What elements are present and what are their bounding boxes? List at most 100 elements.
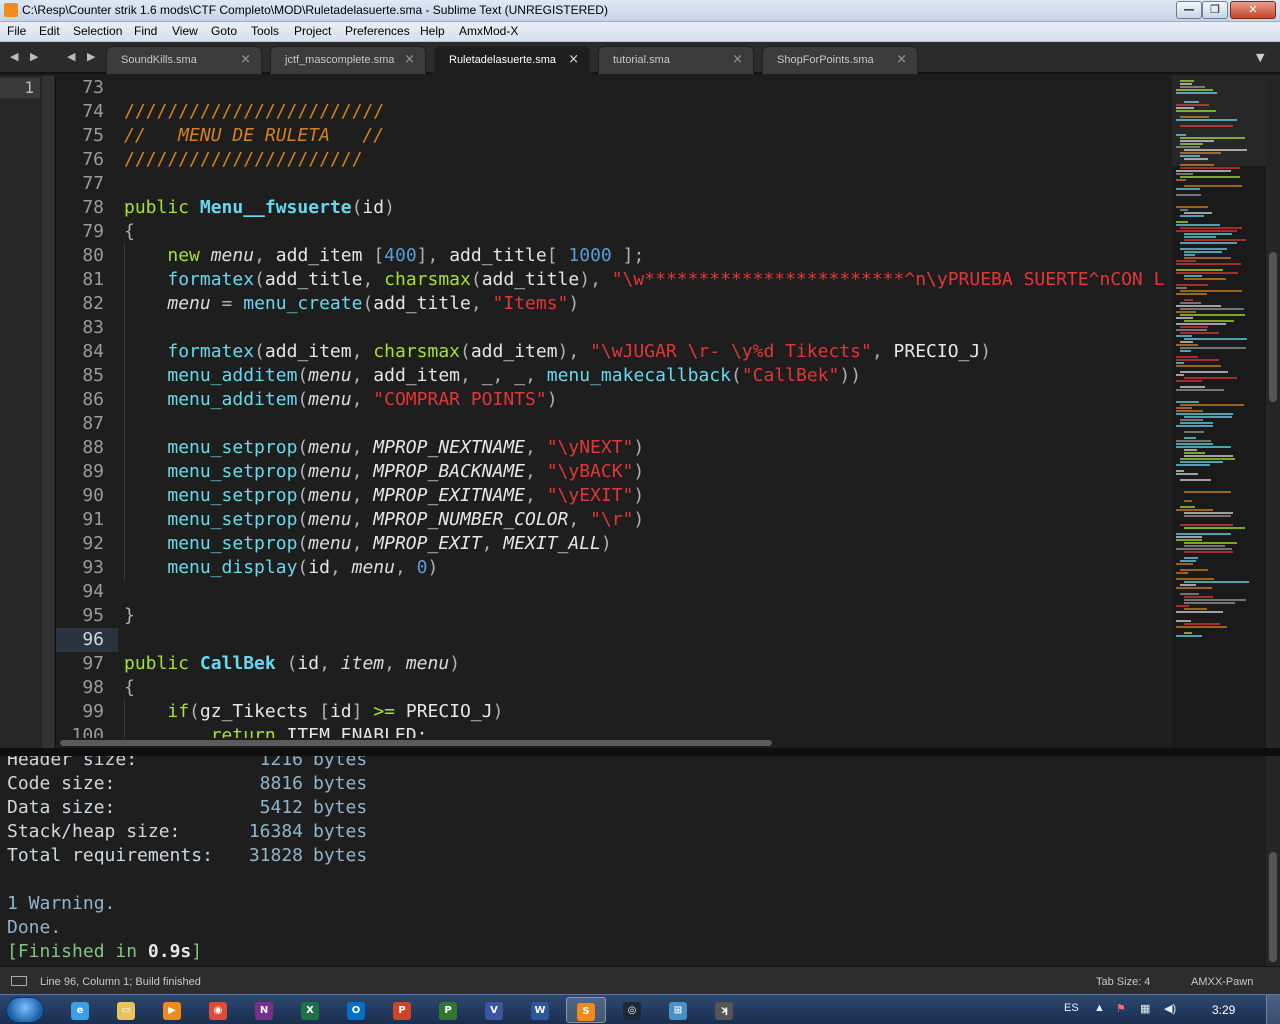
tab-list-dropdown-icon[interactable]: ▼ [1256,51,1264,64]
code-line[interactable]: 73 [56,76,1172,100]
panel-divider[interactable] [0,748,1280,756]
code-line[interactable]: 83 [56,316,1172,340]
code-line[interactable]: 84 formatex(add_item, charsmax(add_item)… [56,340,1172,364]
taskbar-counter-strike-icon[interactable]: ʞ [704,997,744,1023]
tray-expand-icon[interactable]: ▲ [1094,1002,1105,1014]
code-line[interactable]: 85 menu_additem(menu, add_item, _, _, me… [56,364,1172,388]
taskbar-onenote-icon[interactable]: N [244,997,284,1023]
show-desktop-button[interactable] [1266,995,1280,1024]
menu-amxmodx[interactable]: AmxMod-X [459,24,518,38]
code-line[interactable]: 91 menu_setprop(menu, MPROP_NUMBER_COLOR… [56,508,1172,532]
minimap[interactable] [1172,76,1266,748]
code-line[interactable]: 80 new menu, add_item [400], add_title[ … [56,244,1172,268]
taskbar-project-icon[interactable]: P [428,997,468,1023]
menu-view[interactable]: View [172,24,198,38]
taskbar-media-player-icon[interactable]: ▶ [152,997,192,1023]
code-line[interactable]: 97 public CallBek (id, item, menu) [56,652,1172,676]
code-line[interactable]: 95} [56,604,1172,628]
tab-close-icon[interactable]: × [732,52,743,67]
tab-shopforpoints[interactable]: ShopForPoints.sma × [762,46,918,74]
menu-tools[interactable]: Tools [251,24,279,38]
code-line[interactable]: 96 [56,628,1172,652]
output-vertical-scrollbar[interactable] [1266,756,1280,966]
network-icon[interactable]: ▦ [1140,1002,1150,1015]
menu-find[interactable]: Find [134,24,157,38]
code-line[interactable]: 79 { [56,220,1172,244]
code-line[interactable]: 93 menu_display(id, menu, 0) [56,556,1172,580]
panel-toggle-icon[interactable] [11,976,27,986]
menu-preferences[interactable]: Preferences [345,24,410,38]
code-line[interactable]: 82 menu = menu_create(add_title, "Items"… [56,292,1172,316]
clock[interactable]: 3:29 [1212,1003,1235,1017]
code-line[interactable]: 86 menu_additem(menu, "COMPRAR POINTS") [56,388,1172,412]
taskbar-visio-icon[interactable]: V [474,997,514,1023]
code-line[interactable]: 92 menu_setprop(menu, MPROP_EXIT, MEXIT_… [56,532,1172,556]
output-value: 5412 [259,797,303,818]
taskbar-powerpoint-icon[interactable]: P [382,997,422,1023]
code-line[interactable]: 77 [56,172,1172,196]
pane-divider[interactable] [42,76,54,748]
status-tab-size[interactable]: Tab Size: 4 [1096,976,1150,988]
code-line[interactable]: 74 //////////////////////// [56,100,1172,124]
menu-selection[interactable]: Selection [73,24,122,38]
tab-nav-arrows[interactable]: ◀ ▶ [67,50,99,63]
taskbar-sublime-text-icon[interactable]: S [566,997,606,1023]
taskbar-excel-icon[interactable]: X [290,997,330,1023]
editor-vertical-scrollbar[interactable] [1266,76,1280,748]
scrollbar-thumb[interactable] [1269,852,1277,962]
code-token: , [362,269,385,290]
taskbar-outlook-icon[interactable]: O [336,997,376,1023]
code-editor[interactable]: 73 74 //////////////////////// 75 // MENU DE… [56,76,1172,738]
code-token: menu [351,557,395,578]
scrollbar-thumb[interactable] [1269,252,1277,402]
code-line[interactable]: 90 menu_setprop(menu, MPROP_EXITNAME, "\… [56,484,1172,508]
taskbar-steam-icon[interactable]: ◎ [612,997,652,1023]
build-output-panel[interactable]: Header size: 1216 bytes Code size: 8816 bytes… [0,756,1266,966]
minimap-viewport[interactable] [1172,76,1266,166]
minimize-button[interactable]: — [1176,1,1202,19]
status-syntax[interactable]: AMXX-Pawn [1191,976,1253,988]
code-line[interactable]: 78 public Menu__fwsuerte(id) [56,196,1172,220]
menu-project[interactable]: Project [294,24,331,38]
menu-goto[interactable]: Goto [211,24,237,38]
tab-close-icon[interactable]: × [240,52,251,67]
tab-close-icon[interactable]: × [568,52,579,67]
language-indicator[interactable]: ES [1064,1002,1079,1014]
code-line[interactable]: 75 // MENU DE RULETA // [56,124,1172,148]
code-line[interactable]: 76 ////////////////////// [56,148,1172,172]
menu-file[interactable]: File [7,24,26,38]
taskbar-internet-explorer-icon[interactable]: e [60,997,100,1023]
menu-edit[interactable]: Edit [39,24,60,38]
code-line[interactable]: 89 menu_setprop(menu, MPROP_BACKNAME, "\… [56,460,1172,484]
line-number: 79 [82,221,104,242]
tab-tutorial[interactable]: tutorial.sma × [598,46,754,74]
tab-jctf-mascomplete[interactable]: jctf_mascomplete.sma × [270,46,426,74]
code-token: ]; [611,245,645,266]
tab-close-icon[interactable]: × [896,52,907,67]
side-nav-arrows[interactable]: ◀ ▶ [10,50,42,63]
taskbar-network-tool-icon[interactable]: ⊞ [658,997,698,1023]
code-line[interactable]: 88 menu_setprop(menu, MPROP_NEXTNAME, "\… [56,436,1172,460]
flag-icon[interactable]: ⚑ [1116,1002,1126,1015]
maximize-button[interactable]: ❐ [1202,1,1228,19]
code-token: _ [481,365,493,386]
editor-horizontal-scrollbar[interactable] [60,738,1172,748]
menu-help[interactable]: Help [420,24,445,38]
code-line[interactable]: 81 formatex(add_title, charsmax(add_titl… [56,268,1172,292]
tab-ruletadelasuerte[interactable]: Ruletadelasuerte.sma × [434,46,590,74]
code-line[interactable]: 100 return ITEM_ENABLED; [56,724,1172,738]
taskbar-chrome-icon[interactable]: ◉ [198,997,238,1023]
code-line[interactable]: 98 { [56,676,1172,700]
scrollbar-thumb[interactable] [60,740,772,746]
code-line[interactable]: 94 [56,580,1172,604]
close-window-button[interactable]: ✕ [1230,1,1276,19]
output-unit: bytes [313,773,368,794]
tab-close-icon[interactable]: × [404,52,415,67]
taskbar-file-explorer-icon[interactable]: ▭ [106,997,146,1023]
tab-soundkills[interactable]: SoundKills.sma × [106,46,262,74]
code-line[interactable]: 87 [56,412,1172,436]
code-line[interactable]: 99 if(gz_Tikects [id] >= PRECIO_J) [56,700,1172,724]
start-button[interactable] [6,997,44,1023]
volume-icon[interactable]: ◀) [1164,1002,1176,1015]
taskbar-word-icon[interactable]: W [520,997,560,1023]
